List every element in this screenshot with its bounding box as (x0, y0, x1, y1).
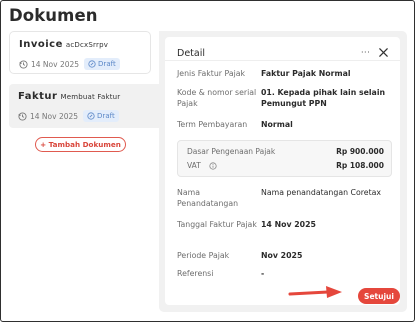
tax-value: Rp 900.000 (336, 147, 384, 156)
detail-panel: Detail ··· Jenis Faktur Pajak Faktur Paj… (159, 31, 407, 312)
clock-icon (18, 111, 27, 121)
clock-icon (19, 59, 28, 69)
status-badge: Draft (83, 110, 119, 122)
more-options-icon[interactable]: ··· (361, 48, 370, 57)
document-date: 14 Nov 2025 (30, 111, 79, 121)
document-name: Faktur (18, 91, 58, 102)
row-label: Jenis Faktur Pajak (177, 69, 246, 78)
draft-icon (87, 112, 95, 120)
row-value: Faktur Pajak Normal (261, 69, 351, 78)
document-item-invoice[interactable]: Invoice acDcxSrrpv 14 Nov 2025 Draft (9, 31, 151, 74)
row-label: Tanggal Faktur Pajak (177, 220, 257, 229)
row-value: 01. Kepada pihak lain selain Pemungut PP… (261, 88, 386, 108)
document-name: Invoice (19, 39, 63, 50)
document-item-faktur[interactable]: Faktur Membuat Faktur 14 Nov 2025 Draft (9, 84, 159, 128)
status-text: Draft (98, 60, 116, 68)
row-value: 14 Nov 2025 (261, 220, 316, 229)
document-subtitle: Membuat Faktur (60, 93, 121, 101)
detail-title: Detail (177, 48, 205, 59)
tax-summary-box: Dasar Pengenaan Pajak Rp 900.000 VAT Rp … (177, 140, 392, 177)
row-value: - (261, 269, 265, 278)
status-badge: Draft (84, 58, 120, 70)
add-document-button[interactable]: + Tambah Dokumen (35, 137, 126, 152)
header-divider (165, 60, 400, 61)
row-label: Periode Pajak (177, 251, 230, 260)
row-label: Referensi (177, 269, 214, 278)
detail-card: Detail ··· Jenis Faktur Pajak Faktur Paj… (165, 37, 400, 305)
row-label: Kode & nomor serial Pajak (177, 88, 257, 108)
document-subtitle: acDcxSrrpv (65, 41, 109, 49)
draft-icon (88, 60, 96, 68)
page-title: Dokumen (9, 6, 98, 25)
row-label: Nama Penandatangan (177, 188, 239, 208)
document-date: 14 Nov 2025 (31, 59, 80, 69)
row-value: Nov 2025 (261, 251, 303, 260)
row-value: Nama penandatangan Coretax (261, 188, 382, 197)
tax-label: VAT (187, 161, 201, 170)
approve-button[interactable]: Setujui (358, 288, 400, 304)
row-value: Normal (261, 120, 293, 129)
row-label: Term Pembayaran (177, 120, 248, 129)
tax-label: Dasar Pengenaan Pajak (187, 147, 276, 156)
status-text: Draft (97, 112, 115, 120)
tax-value: Rp 108.000 (336, 161, 384, 170)
info-icon[interactable] (209, 162, 217, 170)
arrow-icon (288, 286, 342, 298)
close-icon[interactable] (378, 47, 389, 58)
